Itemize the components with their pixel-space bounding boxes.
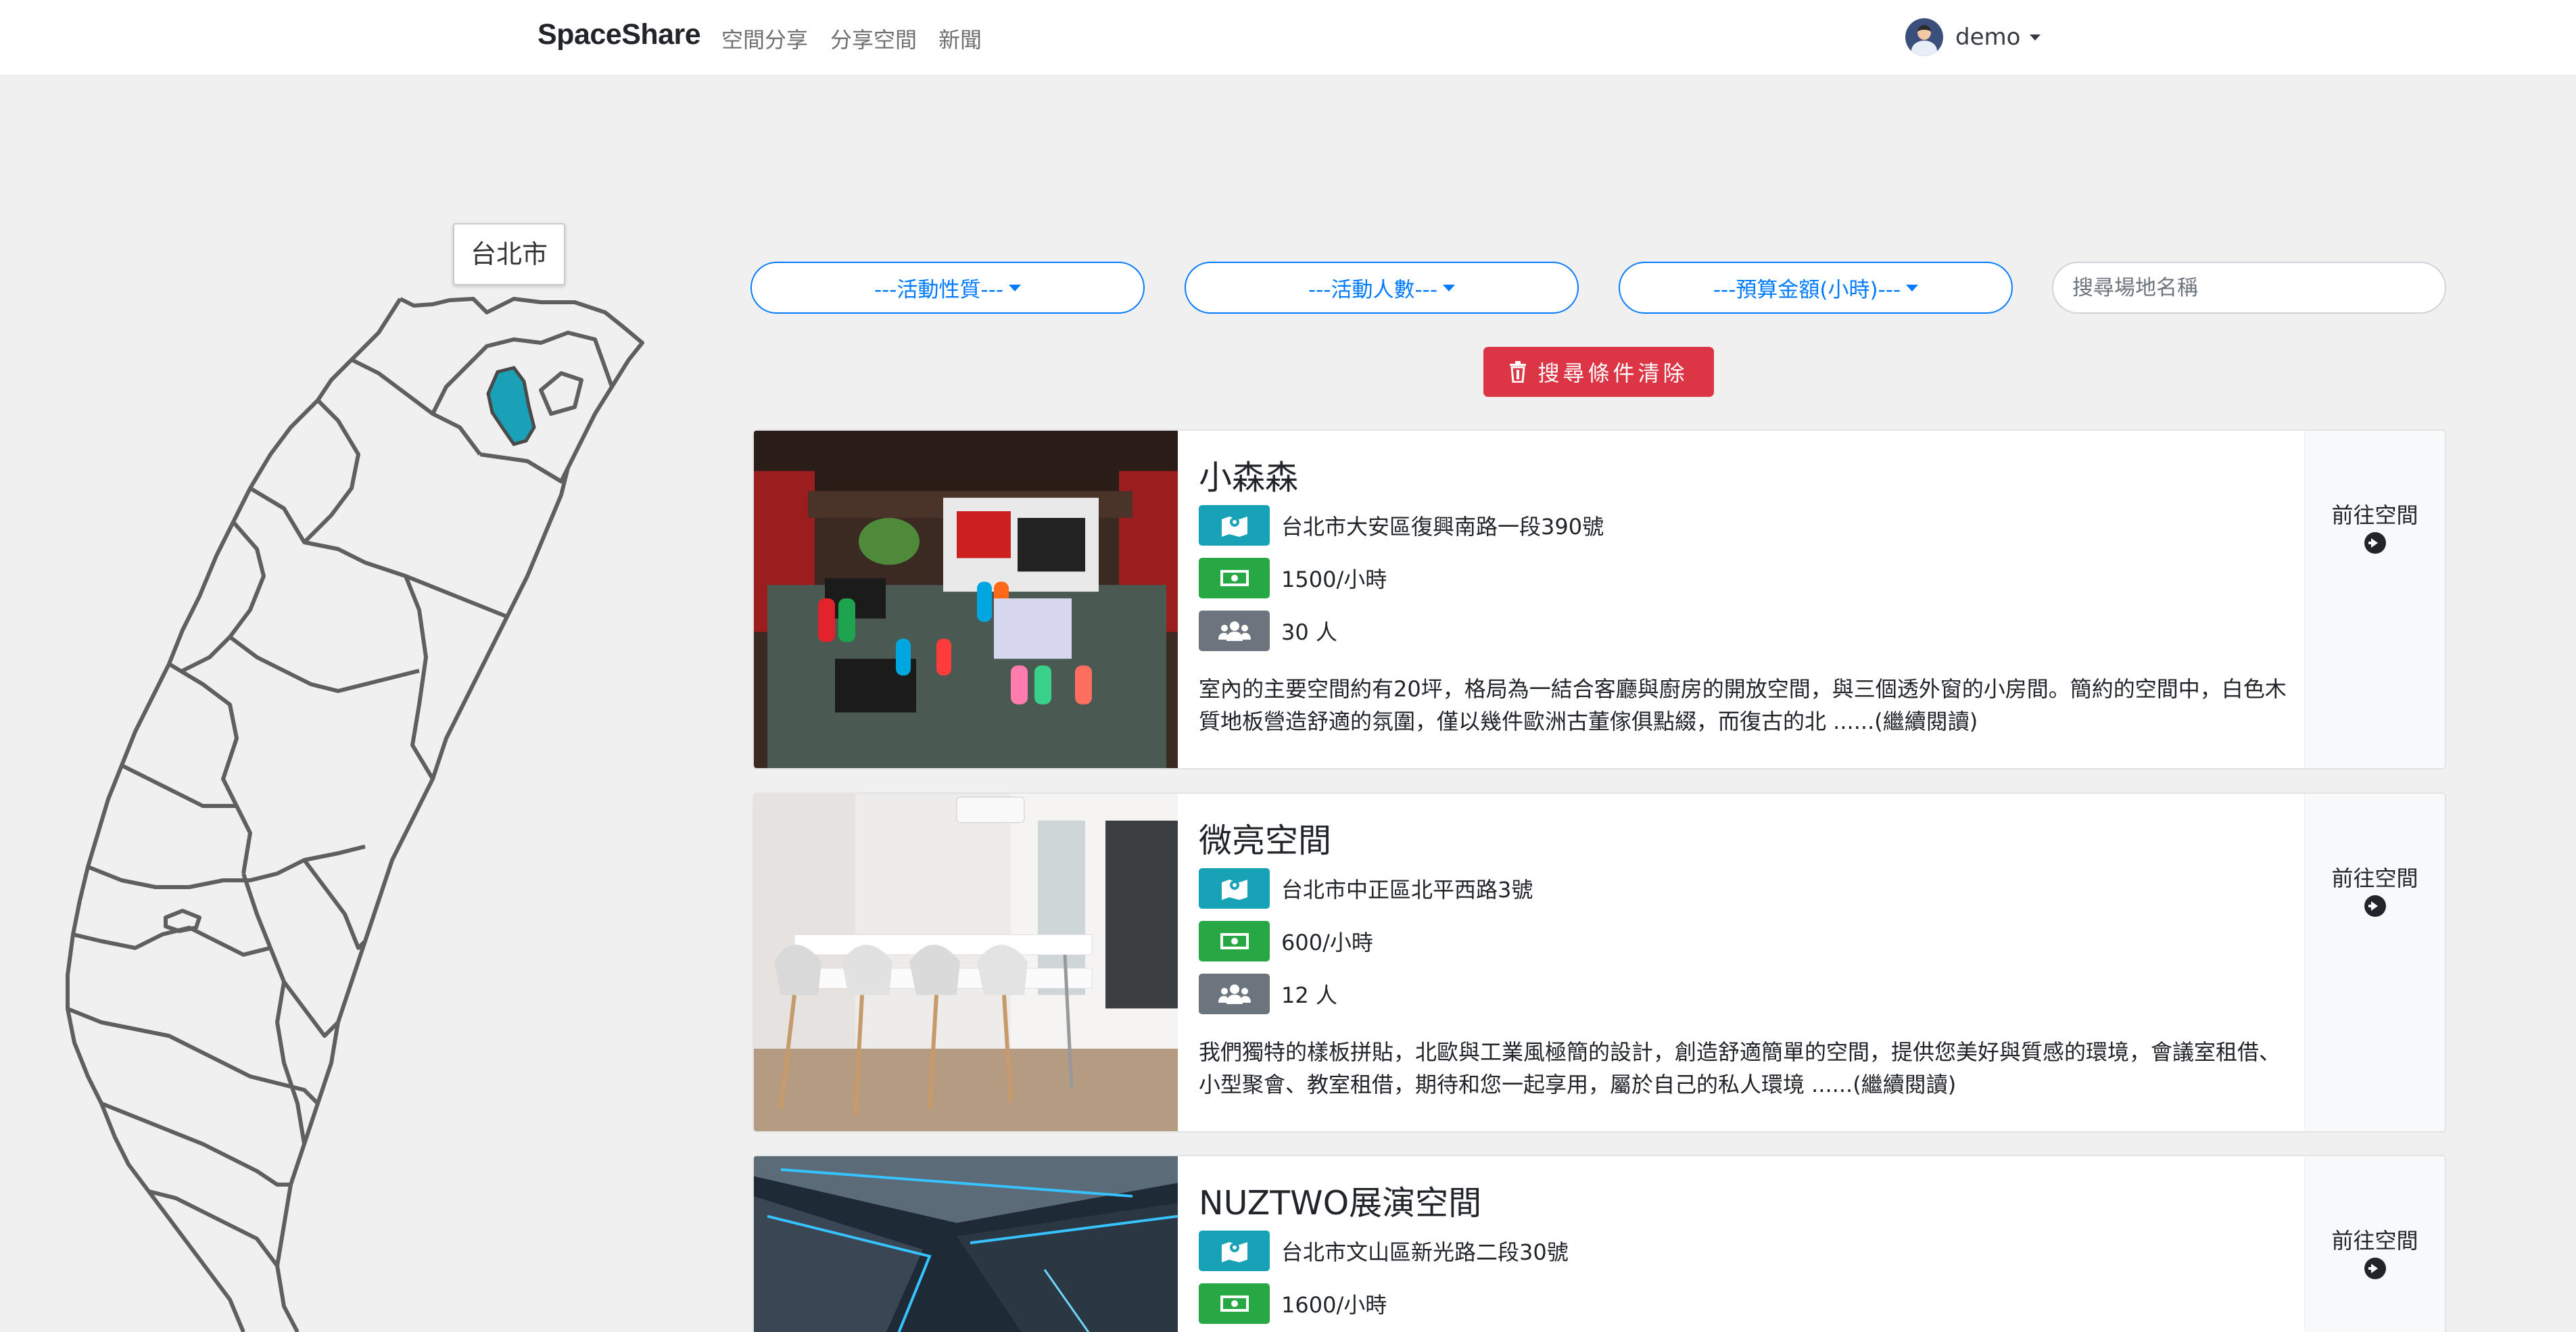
space-price-row: 600/小時 (1199, 921, 1373, 961)
space-address: 台北市文山區新光路二段30號 (1281, 1239, 1569, 1265)
brand-logo[interactable]: SpaceShare (538, 18, 701, 51)
space-description-line: 我們獨特的樣板拼貼，北歐與工業風極簡的設計，創造舒適簡單的空間，提供您美好與質感… (1199, 1039, 2281, 1065)
money-bill-icon (1199, 558, 1270, 598)
caret-down-icon (1443, 284, 1456, 291)
arrow-circle-right-icon (2364, 532, 2386, 554)
map-marked-icon (1199, 1231, 1270, 1271)
space-price-row: 1600/小時 (1199, 1283, 1387, 1324)
county-boundary (404, 575, 435, 780)
go-to-space-label: 前往空間 (2331, 502, 2418, 528)
space-address-row: 台北市大安區復興南路一段390號 (1199, 505, 1604, 546)
clear-filters-label: 搜尋條件清除 (1537, 360, 1688, 386)
arrow-circle-right-icon (2364, 1258, 2386, 1279)
space-photo[interactable] (754, 1156, 1178, 1332)
navbar: SpaceShare 空間分享 分享空間 新聞 demo (0, 0, 2576, 76)
activity-type-label: ---活動性質--- (874, 278, 1004, 302)
space-description-line: 室內的主要空間約有20坪，格局為一結合客廳與廚房的開放空間，與三個透外窗的小房間… (1199, 676, 2287, 702)
space-photo[interactable] (754, 794, 1178, 1131)
county-boundary (72, 926, 271, 957)
space-capacity-row: 30 人 (1199, 611, 1337, 651)
budget-dropdown[interactable]: ---預算金額(小時)--- (1619, 262, 2013, 314)
users-icon (1199, 611, 1270, 651)
space-description-line[interactable]: 質地板營造舒適的氛圍，僅以幾件歐洲古董傢俱點綴，而復古的北 ......(繼續閱… (1199, 705, 2348, 738)
county-boundary (249, 486, 508, 619)
space-title[interactable]: NUZTWO展演空間 (1199, 1176, 1481, 1224)
space-card: NUZTWO展演空間 台北市文山區新光路二段30號 1600/小時 前往空間 (753, 1155, 2446, 1332)
go-to-space-button[interactable]: 前往空間 (2304, 794, 2445, 1131)
space-price: 600/小時 (1281, 930, 1373, 955)
go-to-space-button[interactable]: 前往空間 (2304, 1156, 2445, 1332)
county-boundary (100, 1101, 291, 1187)
map-marked-icon (1199, 868, 1270, 909)
county-boundary (302, 859, 367, 950)
county-boundary (241, 873, 340, 1038)
user-avatar (1905, 18, 1943, 56)
user-menu[interactable]: demo (1905, 17, 2041, 57)
activity-type-dropdown[interactable]: ---活動性質--- (750, 262, 1145, 314)
county-boundary (539, 371, 583, 416)
username: demo (1955, 24, 2021, 51)
space-price: 1500/小時 (1281, 567, 1387, 592)
chevron-down-icon (2030, 34, 2041, 41)
county-boundary (229, 635, 420, 693)
map-tooltip: 台北市 (453, 223, 566, 285)
space-description: 我們獨特的樣板拼貼，北歐與工業風極簡的設計，創造舒適簡單的空間，提供您美好與質感… (1199, 1036, 2348, 1101)
county-boundary (120, 763, 237, 808)
space-price-row: 1500/小時 (1199, 558, 1387, 598)
space-title[interactable]: 微亮空間 (1199, 814, 1331, 862)
county-boundary (87, 845, 366, 889)
go-to-space-label: 前往空間 (2331, 1228, 2418, 1254)
clear-filters-button[interactable]: 搜尋條件清除 (1483, 347, 1714, 397)
space-description: 室內的主要空間約有20坪，格局為一結合客廳與廚房的開放空間，與三個透外窗的小房間… (1199, 673, 2348, 738)
map-marked-icon (1199, 505, 1270, 546)
space-card: 微亮空間 台北市中正區北平西路3號 600/小時 12 人 我們獨特的樣板拼貼，… (753, 792, 2446, 1133)
space-address: 台北市中正區北平西路3號 (1281, 877, 1533, 903)
caret-down-icon (1009, 284, 1022, 291)
space-address: 台北市大安區復興南路一段390號 (1281, 514, 1604, 540)
space-price: 1600/小時 (1281, 1292, 1387, 1318)
space-title[interactable]: 小森森 (1199, 451, 1298, 499)
money-bill-icon (1199, 1283, 1270, 1324)
space-card: 小森森 台北市大安區復興南路一段390號 1500/小時 30 人 室內的主要空… (753, 429, 2446, 769)
space-capacity: 30 人 (1281, 619, 1337, 645)
nav-link-share-space[interactable]: 分享空間 (830, 23, 917, 54)
space-description-line[interactable]: 小型聚會、教室租借，期待和您一起享用，屬於自己的私人環境 ......(繼續閱讀… (1199, 1068, 2348, 1101)
space-address-row: 台北市中正區北平西路3號 (1199, 868, 1533, 909)
nav-link-space-share[interactable]: 空間分享 (721, 23, 808, 54)
county-boundary (479, 452, 570, 483)
taiwan-map (66, 297, 644, 1332)
county-boundary (302, 398, 360, 544)
space-photo[interactable] (754, 431, 1178, 768)
arrow-circle-right-icon (2364, 895, 2386, 917)
headcount-label: ---活動人數--- (1308, 278, 1438, 302)
nav-link-news[interactable]: 新聞 (938, 23, 982, 54)
trash-icon (1510, 361, 1527, 383)
taiwan-west-coast (66, 298, 402, 1332)
caret-down-icon (1906, 284, 1919, 291)
taiwan-outline (275, 297, 644, 1332)
space-capacity: 12 人 (1281, 982, 1337, 1008)
search-input[interactable] (2052, 262, 2446, 314)
headcount-dropdown[interactable]: ---活動人數--- (1185, 262, 1579, 314)
taipei-city-region (486, 366, 536, 446)
money-bill-icon (1199, 921, 1270, 961)
go-to-space-label: 前往空間 (2331, 865, 2418, 891)
space-address-row: 台北市文山區新光路二段30號 (1199, 1231, 1569, 1271)
go-to-space-button[interactable]: 前往空間 (2304, 431, 2445, 768)
county-boundary (148, 1189, 279, 1267)
users-icon (1199, 974, 1270, 1014)
budget-label: ---預算金額(小時)--- (1713, 278, 1901, 302)
county-boundary (168, 662, 252, 874)
space-capacity-row: 12 人 (1199, 974, 1337, 1014)
county-boundary (66, 1007, 320, 1105)
